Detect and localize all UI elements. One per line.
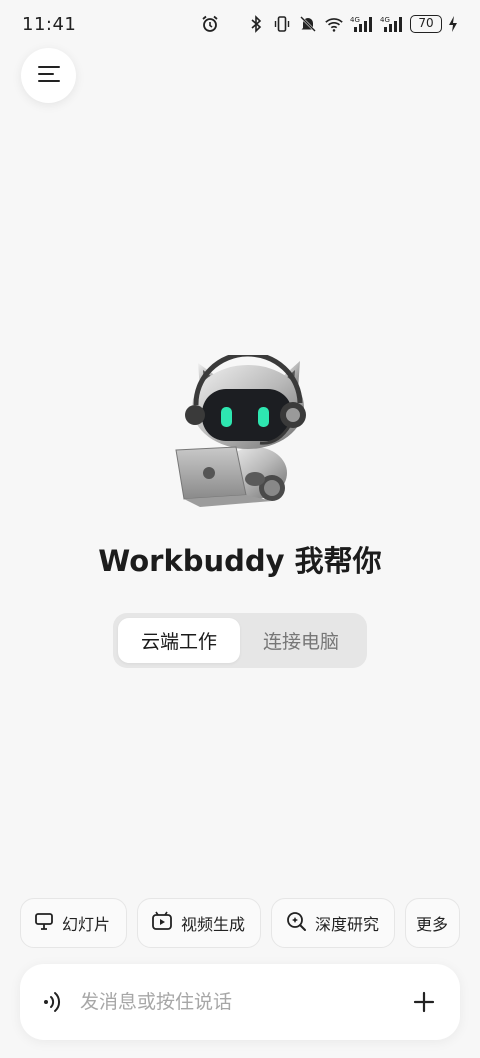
deep-search-icon	[285, 910, 307, 936]
mode-toggle: 云端工作 连接电脑	[113, 613, 367, 668]
quick-actions: 幻灯片 视频生成 深度研究 更多	[20, 898, 460, 948]
chip-video[interactable]: 视频生成	[137, 898, 261, 948]
message-composer	[20, 964, 460, 1040]
signal-4g-icon: 4G	[380, 14, 404, 34]
page-title: Workbuddy 我帮你	[98, 544, 382, 578]
robot-mascot	[160, 351, 320, 515]
video-icon	[151, 911, 173, 935]
bluetooth-icon	[246, 14, 266, 34]
alarm-icon	[200, 14, 220, 38]
presentation-icon	[34, 911, 54, 935]
chip-slides[interactable]: 幻灯片	[20, 898, 127, 948]
hamburger-menu-icon	[37, 64, 61, 88]
status-time: 11:41	[22, 13, 77, 35]
chip-deep-research-label: 深度研究	[315, 915, 380, 934]
chip-more-label: 更多	[416, 915, 449, 934]
status-icons: 4G 4G 70	[246, 14, 458, 34]
chip-more[interactable]: 更多	[405, 898, 460, 948]
mode-option-cloud[interactable]: 云端工作	[118, 618, 240, 663]
battery-icon: 70	[410, 15, 442, 33]
mode-option-connect-pc[interactable]: 连接电脑	[240, 618, 362, 663]
message-input[interactable]	[80, 991, 410, 1013]
signal-4g-icon: 4G	[350, 14, 374, 34]
charging-icon	[448, 14, 458, 34]
wifi-icon	[324, 14, 344, 34]
status-bar: 11:41 4G 4G 70	[0, 0, 480, 48]
chip-slides-label: 幻灯片	[62, 915, 111, 934]
plus-icon[interactable]	[410, 988, 438, 1016]
voice-wave-icon[interactable]	[40, 989, 66, 1015]
vibrate-icon	[272, 14, 292, 34]
mute-icon	[298, 14, 318, 34]
svg-text:4G: 4G	[380, 16, 390, 24]
chip-video-label: 视频生成	[181, 915, 246, 934]
svg-text:4G: 4G	[350, 16, 360, 24]
chip-deep-research[interactable]: 深度研究	[271, 898, 395, 948]
menu-button[interactable]	[21, 48, 76, 103]
